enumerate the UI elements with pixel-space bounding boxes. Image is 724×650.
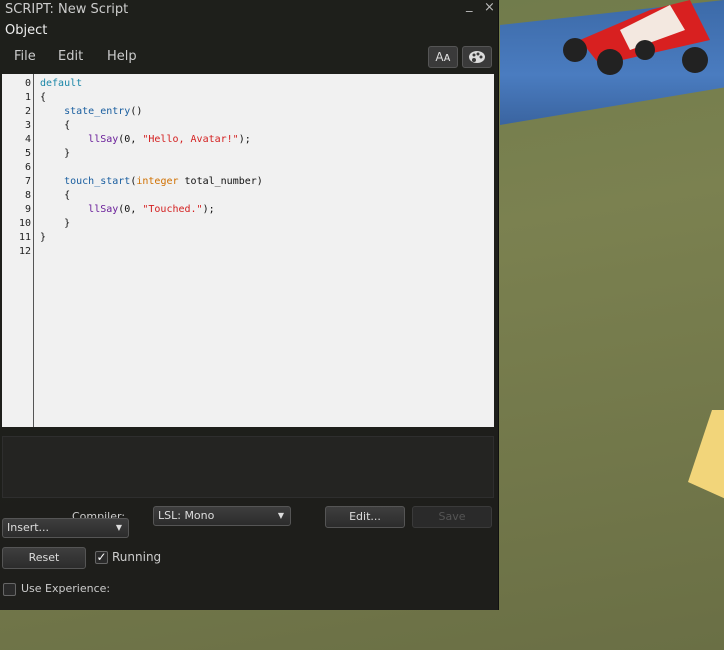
checkmark-icon: ✓	[96, 550, 107, 564]
insert-dropdown-value: Insert...	[7, 521, 50, 534]
line-number: 12	[18, 246, 31, 257]
code-token: total_number)	[178, 176, 263, 187]
menu-edit[interactable]: Edit	[58, 49, 83, 64]
line-number: 7	[24, 176, 31, 187]
use-experience-checkbox[interactable]	[3, 583, 16, 596]
line-number: 11	[18, 232, 31, 243]
object-label: Object	[5, 23, 48, 38]
code-token: {	[40, 92, 47, 103]
line-number: 0	[24, 78, 31, 89]
code-line: {	[40, 190, 70, 201]
code-token: (0,	[118, 204, 143, 215]
menu-file[interactable]: File	[14, 49, 36, 64]
chevron-down-icon: ▼	[115, 523, 122, 532]
line-number: 5	[24, 148, 31, 159]
line-number: 6	[24, 162, 31, 173]
code-line: state_entry()	[40, 106, 142, 117]
chevron-down-icon: ▼	[277, 511, 284, 520]
edit-button[interactable]: Edit...	[325, 506, 405, 528]
line-number: 9	[24, 204, 31, 215]
line-number: 4	[24, 134, 31, 145]
code-token: "Touched."	[142, 204, 203, 215]
color-scheme-button[interactable]	[462, 46, 492, 68]
code-line: {	[40, 120, 70, 131]
close-button[interactable]: ×	[484, 0, 495, 15]
code-token: }	[40, 232, 47, 243]
code-token: );	[238, 134, 251, 145]
minimize-button[interactable]: _	[466, 0, 473, 13]
code-line: }	[40, 218, 70, 229]
menu-help[interactable]: Help	[107, 49, 137, 64]
line-number: 2	[24, 106, 31, 117]
code-token: touch_start	[64, 176, 131, 187]
font-size-button[interactable]: Aᴀ	[428, 46, 458, 68]
code-token: (0,	[118, 134, 143, 145]
code-line: }	[40, 232, 46, 243]
code-token: state_entry	[64, 106, 131, 117]
compiler-dropdown-value: LSL: Mono	[158, 509, 215, 522]
running-checkbox[interactable]: ✓	[95, 551, 108, 564]
compiler-dropdown[interactable]: LSL: Mono ▼	[153, 506, 291, 526]
code-token: );	[202, 204, 215, 215]
code-line: default	[40, 78, 82, 89]
code-token: {	[40, 190, 71, 201]
running-label: Running	[112, 550, 162, 564]
palette-icon	[469, 51, 485, 63]
line-number: 1	[24, 92, 31, 103]
code-token: llSay	[88, 134, 119, 145]
code-token: {	[40, 120, 71, 131]
code-line: touch_start(integer total_number)	[40, 176, 263, 187]
save-button[interactable]: Save	[412, 506, 492, 528]
line-number: 10	[18, 218, 31, 229]
code-token: integer	[136, 176, 179, 187]
yellow-object	[688, 410, 724, 500]
line-number: 8	[24, 190, 31, 201]
window-title: SCRIPT: New Script	[5, 2, 129, 17]
code-token: }	[40, 148, 71, 159]
code-line: }	[40, 148, 70, 159]
line-number-gutter: 0 1 2 3 4 5 6 7 8 9 10 11 12	[2, 74, 34, 427]
line-number: 3	[24, 120, 31, 131]
code-line: llSay(0, "Hello, Avatar!");	[40, 134, 251, 145]
code-line: {	[40, 92, 46, 103]
code-line: llSay(0, "Touched.");	[40, 204, 215, 215]
code-token: }	[40, 218, 71, 229]
red-go-kart	[563, 0, 710, 75]
code-token: "Hello, Avatar!"	[142, 134, 239, 145]
insert-dropdown[interactable]: Insert... ▼	[2, 518, 129, 538]
code-token: ()	[130, 106, 143, 117]
script-editor[interactable]: 0 1 2 3 4 5 6 7 8 9 10 11 12 default{ state_entry() …	[2, 74, 494, 427]
compile-output-panel	[2, 436, 494, 498]
code-token: default	[40, 78, 83, 89]
reset-button[interactable]: Reset	[2, 547, 86, 569]
script-window: SCRIPT: New Script _ × Object File Edit …	[0, 0, 499, 610]
code-token: llSay	[88, 204, 119, 215]
use-experience-label: Use Experience:	[21, 582, 111, 595]
